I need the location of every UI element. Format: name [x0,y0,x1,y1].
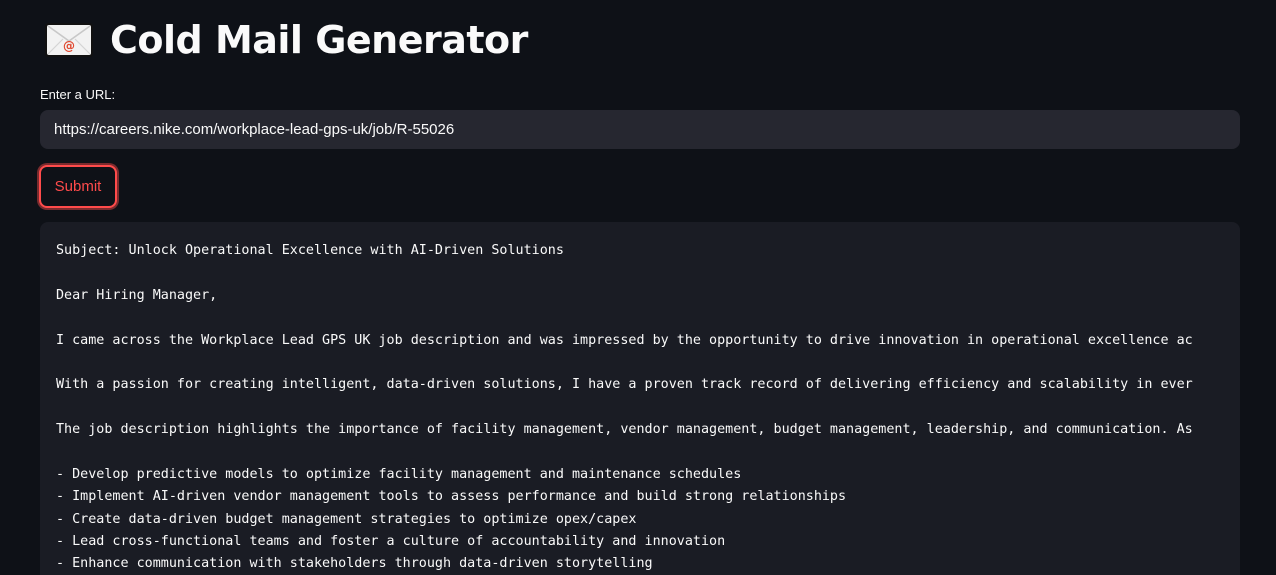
email-line [56,352,1240,374]
svg-text:@: @ [63,39,75,53]
email-line [56,442,1240,464]
url-input[interactable] [40,110,1240,149]
submit-button[interactable]: Submit [39,165,117,208]
email-line: - Enhance communication with stakeholder… [56,556,653,572]
email-line: - Lead cross-functional teams and foster… [56,534,726,550]
page-title: Cold Mail Generator [110,18,528,62]
email-line: Dear Hiring Manager, [56,287,218,303]
url-input-label: Enter a URL: [40,87,116,102]
email-line: I came across the Workplace Lead GPS UK … [56,332,1193,348]
email-line: Subject: Unlock Operational Excellence w… [56,243,564,258]
email-line [56,262,1240,284]
email-line: The job description highlights the impor… [56,422,1193,438]
email-line [56,307,1240,329]
email-line: - Implement AI-driven vendor management … [56,489,847,505]
app-container: @ Cold Mail Generator Enter a URL: Submi… [0,0,1276,575]
email-line: With a passion for creating intelligent,… [56,377,1193,393]
email-line: - Develop predictive models to optimize … [56,466,742,482]
page-header: @ Cold Mail Generator [45,14,528,66]
envelope-icon: @ [45,23,93,57]
email-line [56,397,1240,419]
email-line: - Create data-driven budget management s… [56,511,637,527]
email-text: Subject: Unlock Operational Excellence w… [56,240,1240,575]
generated-email-output[interactable]: Subject: Unlock Operational Excellence w… [40,222,1240,575]
